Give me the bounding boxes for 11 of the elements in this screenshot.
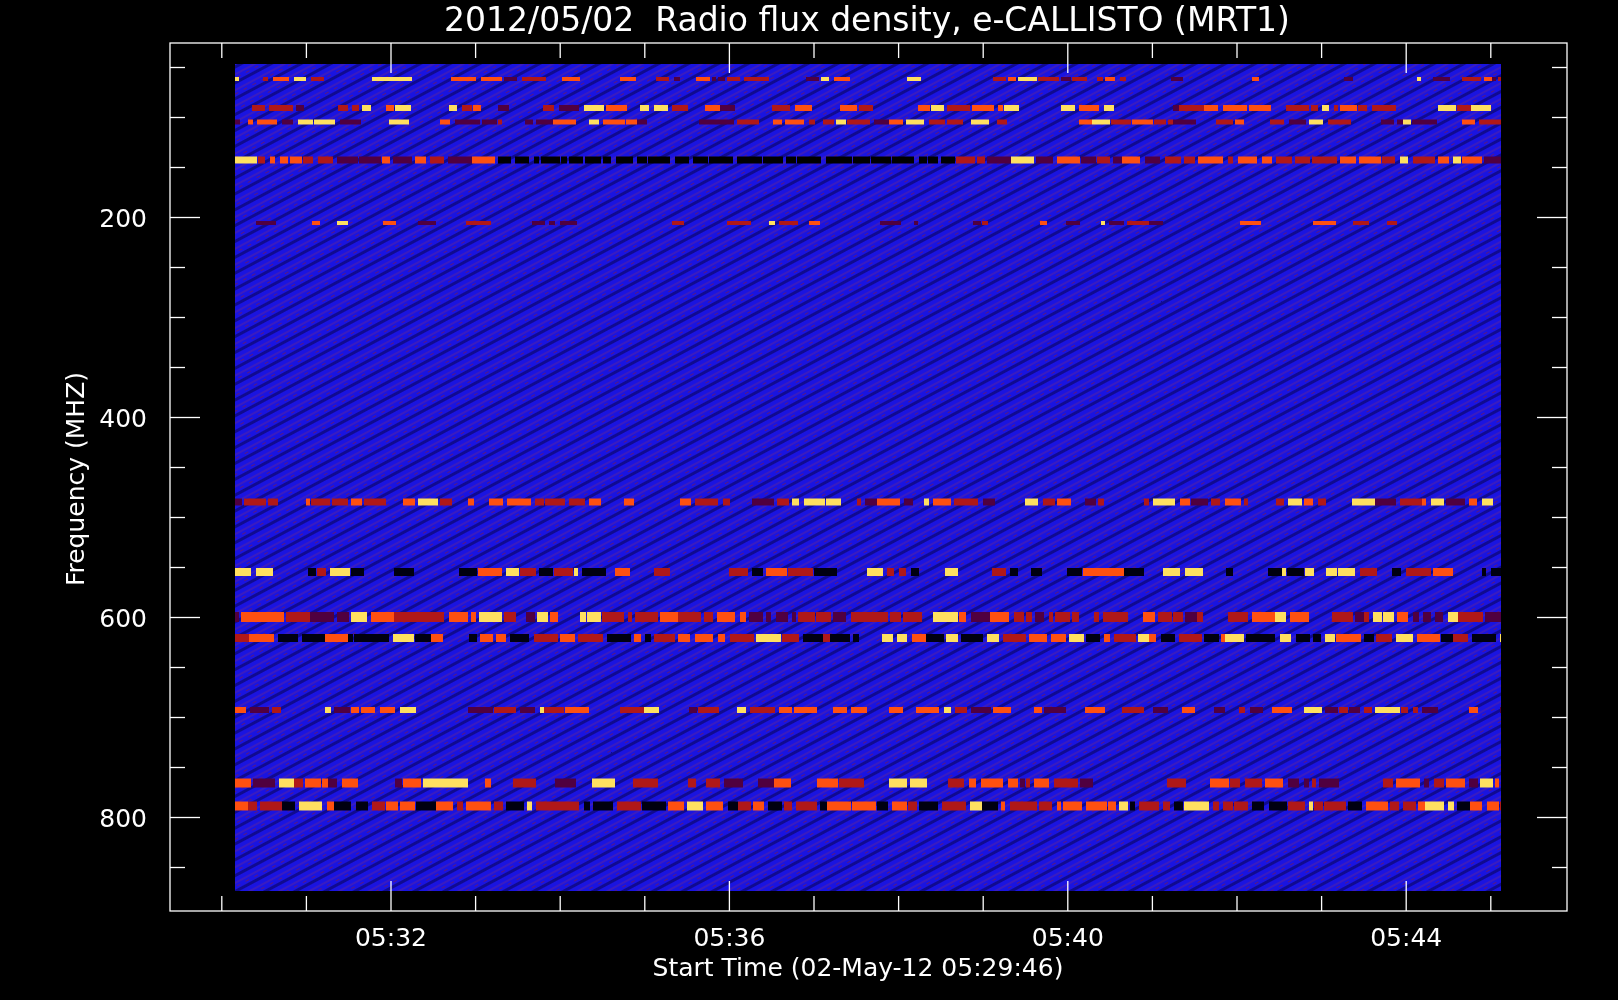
y-tick-label: 400 [99, 403, 147, 433]
y-axis-label: Frequency (MHZ) [61, 371, 90, 587]
x-tick-label: 05:36 [693, 923, 766, 952]
y-tick-label: 600 [99, 603, 147, 633]
x-tick-label: 05:40 [1031, 923, 1104, 952]
x-tick-label: 05:44 [1370, 923, 1443, 952]
y-tick-label: 800 [99, 803, 147, 833]
x-tick-label: 05:32 [355, 923, 427, 952]
x-axis-label: Start Time (02-May-12 05:29:46) [652, 953, 1064, 982]
y-tick-label: 200 [99, 203, 147, 233]
chart-title: 2012/05/02 Radio flux density, e-CALLISTO (MRT1) [444, 0, 1290, 39]
